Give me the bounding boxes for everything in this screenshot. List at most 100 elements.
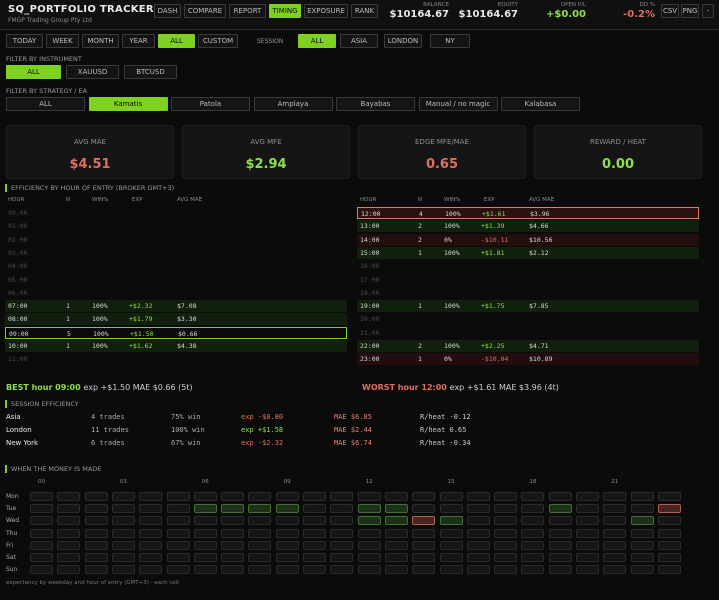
heatmap-cell[interactable] (166, 492, 190, 501)
heatmap-cell[interactable] (248, 528, 272, 538)
heatmap-cell[interactable] (57, 540, 81, 550)
period-month-button[interactable]: MONTH (82, 34, 119, 48)
heatmap-cell[interactable] (630, 516, 654, 526)
heatmap-cell[interactable] (657, 504, 681, 514)
heatmap-cell[interactable] (412, 528, 436, 538)
heatmap-cell[interactable] (84, 492, 108, 501)
heatmap-cell[interactable] (521, 492, 545, 501)
session-london-button[interactable]: LONDON (384, 34, 422, 48)
strategy-kalabasa-button[interactable]: Kalabasa (501, 97, 580, 111)
nav-tab-timing[interactable]: TIMING (269, 4, 301, 18)
heatmap-cell[interactable] (384, 528, 408, 538)
heatmap-cell[interactable] (630, 504, 654, 514)
nav-tab-compare[interactable]: COMPARE (184, 4, 226, 18)
heatmap-cell[interactable] (603, 565, 627, 575)
strategy-kamatis-button[interactable]: Kamatis (88, 97, 168, 111)
heatmap-cell[interactable] (521, 504, 545, 514)
heatmap-cell[interactable] (166, 553, 190, 562)
heatmap-cell[interactable] (439, 492, 463, 501)
heatmap-cell[interactable] (84, 516, 108, 526)
heatmap-cell[interactable] (494, 540, 518, 550)
nav-tab-dash[interactable]: DASH (154, 4, 181, 18)
heatmap-cell[interactable] (30, 504, 53, 514)
export-csv-button[interactable]: CSV (661, 4, 679, 18)
heatmap-cell[interactable] (576, 528, 599, 538)
heatmap-cell[interactable] (466, 565, 490, 575)
heatmap-cell[interactable] (603, 492, 627, 501)
heatmap-cell[interactable] (439, 516, 463, 526)
heatmap-cell[interactable] (657, 516, 681, 526)
heatmap-cell[interactable] (494, 565, 518, 575)
heatmap-cell[interactable] (494, 492, 518, 501)
period-all-button[interactable]: ALL (158, 34, 195, 48)
heatmap-cell[interactable] (303, 553, 326, 562)
heatmap-cell[interactable] (521, 565, 545, 575)
heatmap-cell[interactable] (330, 504, 354, 514)
heatmap-cell[interactable] (576, 540, 599, 550)
heatmap-cell[interactable] (412, 565, 436, 575)
heatmap-cell[interactable] (30, 553, 53, 562)
heatmap-cell[interactable] (548, 540, 572, 550)
heatmap-cell[interactable] (521, 528, 545, 538)
heatmap-cell[interactable] (139, 565, 163, 575)
heatmap-cell[interactable] (57, 528, 81, 538)
heatmap-cell[interactable] (412, 504, 436, 514)
heatmap-cell[interactable] (384, 540, 408, 550)
heatmap-cell[interactable] (603, 553, 627, 562)
heatmap-cell[interactable] (521, 516, 545, 526)
heatmap-cell[interactable] (111, 504, 135, 514)
heatmap-cell[interactable] (576, 492, 599, 501)
heatmap-cell[interactable] (412, 540, 436, 550)
nav-tab-rank[interactable]: RANK (351, 4, 378, 18)
heatmap-cell[interactable] (275, 528, 299, 538)
heatmap-cell[interactable] (303, 528, 326, 538)
heatmap-cell[interactable] (548, 516, 572, 526)
export-more-button[interactable]: - (702, 4, 714, 18)
heatmap-cell[interactable] (303, 504, 326, 514)
heatmap-cell[interactable] (466, 553, 490, 562)
heatmap-cell[interactable] (357, 504, 381, 514)
session-asia-button[interactable]: ASIA (340, 34, 378, 48)
heatmap-cell[interactable] (630, 565, 654, 575)
period-week-button[interactable]: WEEK (46, 34, 79, 48)
heatmap-cell[interactable] (275, 492, 299, 501)
heatmap-cell[interactable] (221, 492, 245, 501)
heatmap-cell[interactable] (221, 540, 245, 550)
heatmap-cell[interactable] (494, 504, 518, 514)
heatmap-cell[interactable] (439, 540, 463, 550)
instrument-xauusd-button[interactable]: XAUUSD (66, 65, 119, 79)
heatmap-cell[interactable] (548, 492, 572, 501)
export-png-button[interactable]: PNG (681, 4, 699, 18)
heatmap-cell[interactable] (384, 565, 408, 575)
heatmap-cell[interactable] (30, 492, 53, 501)
heatmap-cell[interactable] (330, 516, 354, 526)
heatmap-cell[interactable] (303, 565, 326, 575)
heatmap-cell[interactable] (139, 492, 163, 501)
heatmap-cell[interactable] (384, 516, 408, 526)
heatmap-cell[interactable] (111, 553, 135, 562)
heatmap-cell[interactable] (603, 540, 627, 550)
heatmap-cell[interactable] (139, 516, 163, 526)
heatmap-cell[interactable] (221, 504, 245, 514)
heatmap-cell[interactable] (330, 492, 354, 501)
heatmap-cell[interactable] (139, 553, 163, 562)
heatmap-cell[interactable] (357, 528, 381, 538)
heatmap-cell[interactable] (657, 492, 681, 501)
heatmap-cell[interactable] (439, 553, 463, 562)
heatmap-cell[interactable] (603, 504, 627, 514)
heatmap-cell[interactable] (494, 553, 518, 562)
heatmap-cell[interactable] (630, 528, 654, 538)
heatmap-cell[interactable] (275, 565, 299, 575)
heatmap-cell[interactable] (603, 528, 627, 538)
heatmap-cell[interactable] (193, 553, 217, 562)
heatmap-cell[interactable] (412, 516, 436, 526)
heatmap-cell[interactable] (84, 540, 108, 550)
heatmap-cell[interactable] (384, 492, 408, 501)
heatmap-cell[interactable] (330, 565, 354, 575)
heatmap-cell[interactable] (248, 565, 272, 575)
heatmap-cell[interactable] (111, 492, 135, 501)
heatmap-cell[interactable] (221, 516, 245, 526)
heatmap-cell[interactable] (657, 528, 681, 538)
heatmap-cell[interactable] (657, 553, 681, 562)
heatmap-cell[interactable] (357, 565, 381, 575)
